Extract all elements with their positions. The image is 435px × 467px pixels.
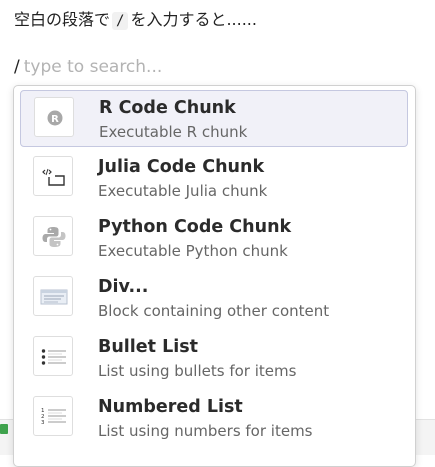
menu-item-julia-code-chunk[interactable]: Julia Code Chunk Executable Julia chunk [20, 150, 408, 207]
item-description: Block containing other content [98, 302, 330, 320]
item-title: Python Code Chunk [98, 217, 292, 237]
r-logo-icon: R [34, 97, 74, 137]
item-description: List using numbers for items [98, 422, 313, 440]
code-chunk-icon [33, 156, 73, 196]
menu-item-bullet-list[interactable]: Bullet List List using bullets for items [20, 330, 408, 387]
status-badge [0, 424, 8, 434]
slash-code: / [112, 12, 129, 30]
div-block-icon [33, 276, 73, 316]
instruction-before: 空白の段落で [14, 10, 111, 29]
item-title: Numbered List [98, 397, 243, 417]
bullet-list-icon [33, 336, 73, 376]
search-input[interactable] [23, 57, 324, 77]
menu-item-numbered-list[interactable]: 1 2 3 Numbered List List using numbers f… [20, 390, 408, 447]
item-description: Executable R chunk [99, 123, 248, 141]
instruction-after: を入力すると...... [130, 10, 257, 29]
item-title: Bullet List [98, 337, 199, 357]
item-description: Executable Python chunk [98, 242, 288, 260]
item-description: List using bullets for items [98, 362, 297, 380]
menu-item-python-code-chunk[interactable]: Python Code Chunk Executable Python chun… [20, 210, 408, 267]
item-title: Julia Code Chunk [98, 157, 265, 177]
item-title: Div... [98, 277, 149, 297]
svg-text:R: R [51, 114, 59, 125]
item-title: R Code Chunk [99, 98, 236, 118]
menu-item-r-code-chunk[interactable]: R R Code Chunk Executable R chunk [20, 90, 408, 147]
numbered-list-icon: 1 2 3 [33, 396, 73, 436]
command-menu: R R Code Chunk Executable R chunk Julia … [13, 85, 416, 467]
python-logo-icon [33, 216, 73, 256]
svg-text:3: 3 [41, 420, 45, 426]
instruction-text: 空白の段落で / を入力すると...... [14, 9, 257, 32]
slash-command-line: / [14, 56, 324, 78]
item-description: Executable Julia chunk [98, 182, 268, 200]
slash-character: / [14, 57, 20, 77]
menu-item-div[interactable]: Div... Block containing other content [20, 270, 408, 327]
